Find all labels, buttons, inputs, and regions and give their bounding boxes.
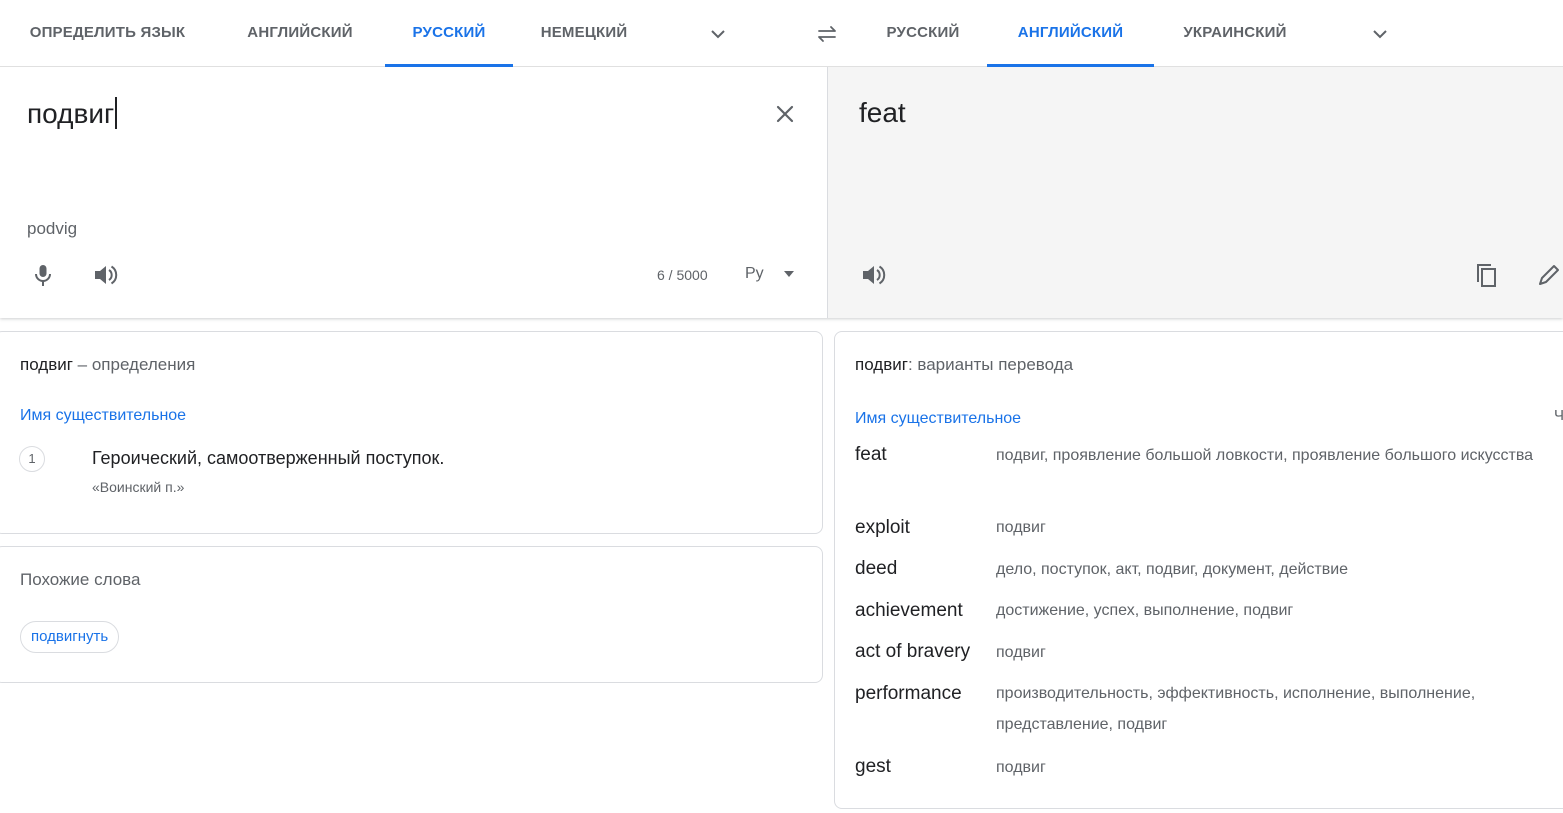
source-input[interactable]: подвиг	[27, 97, 117, 130]
character-counter: 6 / 5000	[657, 267, 708, 283]
source-input-text: подвиг	[27, 98, 115, 129]
tab-target-ukrainian[interactable]: УКРАИНСКИЙ	[1154, 0, 1316, 67]
translations-part-of-speech: Имя существительное	[855, 410, 1022, 427]
source-text-area[interactable]: подвиг podvig 6 / 5000 Ру	[0, 67, 828, 318]
microphone-icon[interactable]	[29, 261, 57, 289]
translation-word[interactable]: act of bravery	[855, 641, 970, 663]
translate-panel: ОПРЕДЕЛИТЬ ЯЗЫК АНГЛИЙСКИЙ РУССКИЙ НЕМЕЦ…	[0, 0, 1563, 318]
translation-synonyms: производительность, эффективность, испол…	[996, 685, 1476, 733]
translation-word[interactable]: performance	[855, 683, 962, 705]
translation-variants-title-suffix: : варианты перевода	[907, 355, 1074, 374]
tab-detect-language[interactable]: ОПРЕДЕЛИТЬ ЯЗЫК	[0, 0, 215, 67]
translation-word[interactable]: exploit	[855, 517, 910, 539]
clear-source-close-icon[interactable]	[772, 101, 798, 127]
translation-synonyms: подвиг, проявление большой ловкости, про…	[996, 447, 1534, 464]
definition-text: Героический, самоотверженный поступок.	[92, 448, 445, 468]
tab-source-german[interactable]: НЕМЕЦКИЙ	[513, 0, 655, 67]
translation-word[interactable]: deed	[855, 558, 897, 580]
tab-target-english[interactable]: АНГЛИЙСКИЙ	[987, 0, 1154, 67]
tab-source-english[interactable]: АНГЛИЙСКИЙ	[215, 0, 385, 67]
text-caret	[115, 97, 117, 129]
keyboard-caret-down-icon[interactable]	[784, 271, 794, 277]
definition-example: «Воинский п.»	[92, 479, 185, 495]
tab-label: РУССКИЙ	[412, 24, 486, 41]
translation-variants-title: подвиг: варианты перевода	[855, 355, 1073, 375]
translation-word[interactable]: gest	[855, 756, 891, 778]
translation-synonyms: дело, поступок, акт, подвиг, документ, д…	[996, 561, 1349, 578]
keyboard-input-tool[interactable]: Ру	[745, 265, 764, 283]
definition-number: 1	[19, 446, 45, 472]
translation-synonyms: подвиг	[996, 644, 1046, 661]
translation-synonyms: подвиг	[996, 519, 1046, 536]
copy-icon[interactable]	[1473, 261, 1501, 289]
similar-words-card: Похожие слова подвигнуть	[0, 546, 823, 683]
transliteration: podvig	[27, 219, 78, 238]
definitions-title-suffix: – определения	[72, 355, 196, 374]
tab-label: АНГЛИЙСКИЙ	[247, 24, 353, 41]
similar-word-chip[interactable]: подвигнуть	[20, 621, 120, 653]
definitions-title: подвиг – определения	[20, 355, 195, 375]
tab-source-russian[interactable]: РУССКИЙ	[385, 0, 513, 67]
definitions-title-word: подвиг	[20, 355, 73, 374]
translation-synonyms: достижение, успех, выполнение, подвиг	[996, 602, 1294, 619]
translation-variants-card: подвиг: варианты перевода Имя существите…	[834, 331, 1563, 809]
translation-word[interactable]: achievement	[855, 600, 963, 622]
translation-synonyms: подвиг	[996, 759, 1046, 776]
tab-target-russian[interactable]: РУССКИЙ	[862, 0, 984, 67]
tab-label: РУССКИЙ	[886, 24, 960, 41]
target-languages-chevron-down-icon[interactable]	[1368, 22, 1392, 46]
frequency-label: Ч	[1554, 407, 1563, 424]
source-speaker-icon[interactable]	[91, 261, 119, 289]
language-tabs-row: ОПРЕДЕЛИТЬ ЯЗЫК АНГЛИЙСКИЙ РУССКИЙ НЕМЕЦ…	[0, 0, 1563, 67]
translation-output-area: feat	[828, 67, 1563, 318]
translation-word[interactable]: feat	[855, 444, 887, 466]
tab-label: НЕМЕЦКИЙ	[540, 24, 628, 41]
source-languages-chevron-down-icon[interactable]	[706, 22, 730, 46]
similar-words-title: Похожие слова	[20, 570, 141, 589]
tab-label: ОПРЕДЕЛИТЬ ЯЗЫК	[29, 24, 186, 41]
swap-languages-icon[interactable]	[814, 22, 840, 46]
definitions-part-of-speech: Имя существительное	[20, 407, 187, 424]
target-speaker-icon[interactable]	[859, 261, 887, 289]
translation-output-text: feat	[859, 97, 906, 128]
definitions-card: подвиг – определения Имя существительное…	[0, 331, 823, 534]
translation-variants-title-word: подвиг	[855, 355, 908, 374]
edit-pencil-icon[interactable]	[1535, 261, 1563, 289]
tab-label: УКРАИНСКИЙ	[1183, 24, 1287, 41]
tab-label: АНГЛИЙСКИЙ	[1017, 24, 1124, 41]
